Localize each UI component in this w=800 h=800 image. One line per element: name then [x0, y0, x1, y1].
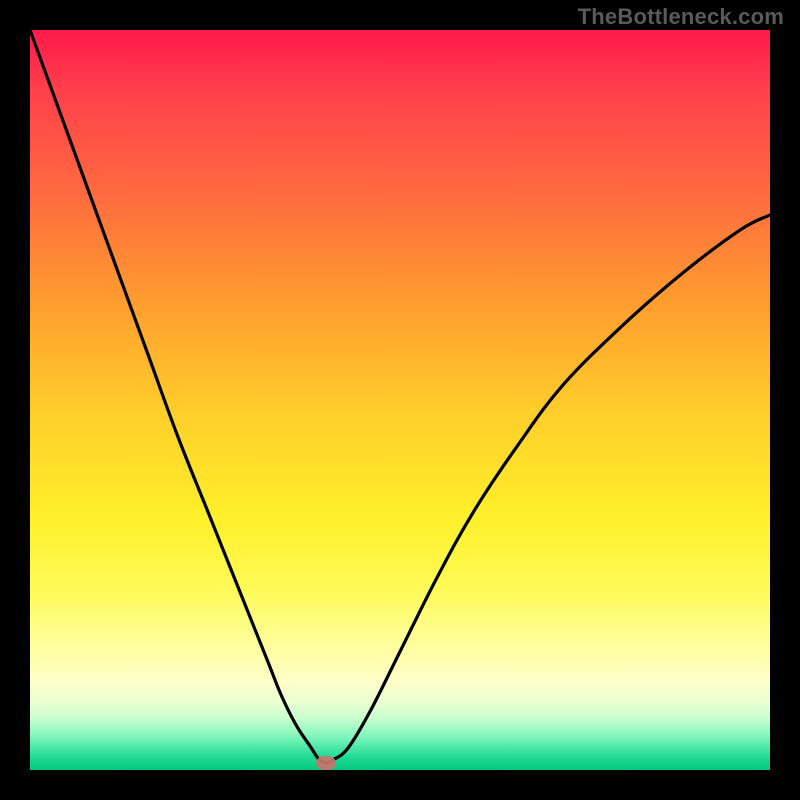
optimum-marker: [316, 756, 336, 770]
curve-svg: [30, 30, 770, 770]
plot-area: [30, 30, 770, 770]
watermark-text: TheBottleneck.com: [578, 4, 784, 30]
bottleneck-curve: [30, 30, 770, 763]
chart-frame: TheBottleneck.com: [0, 0, 800, 800]
